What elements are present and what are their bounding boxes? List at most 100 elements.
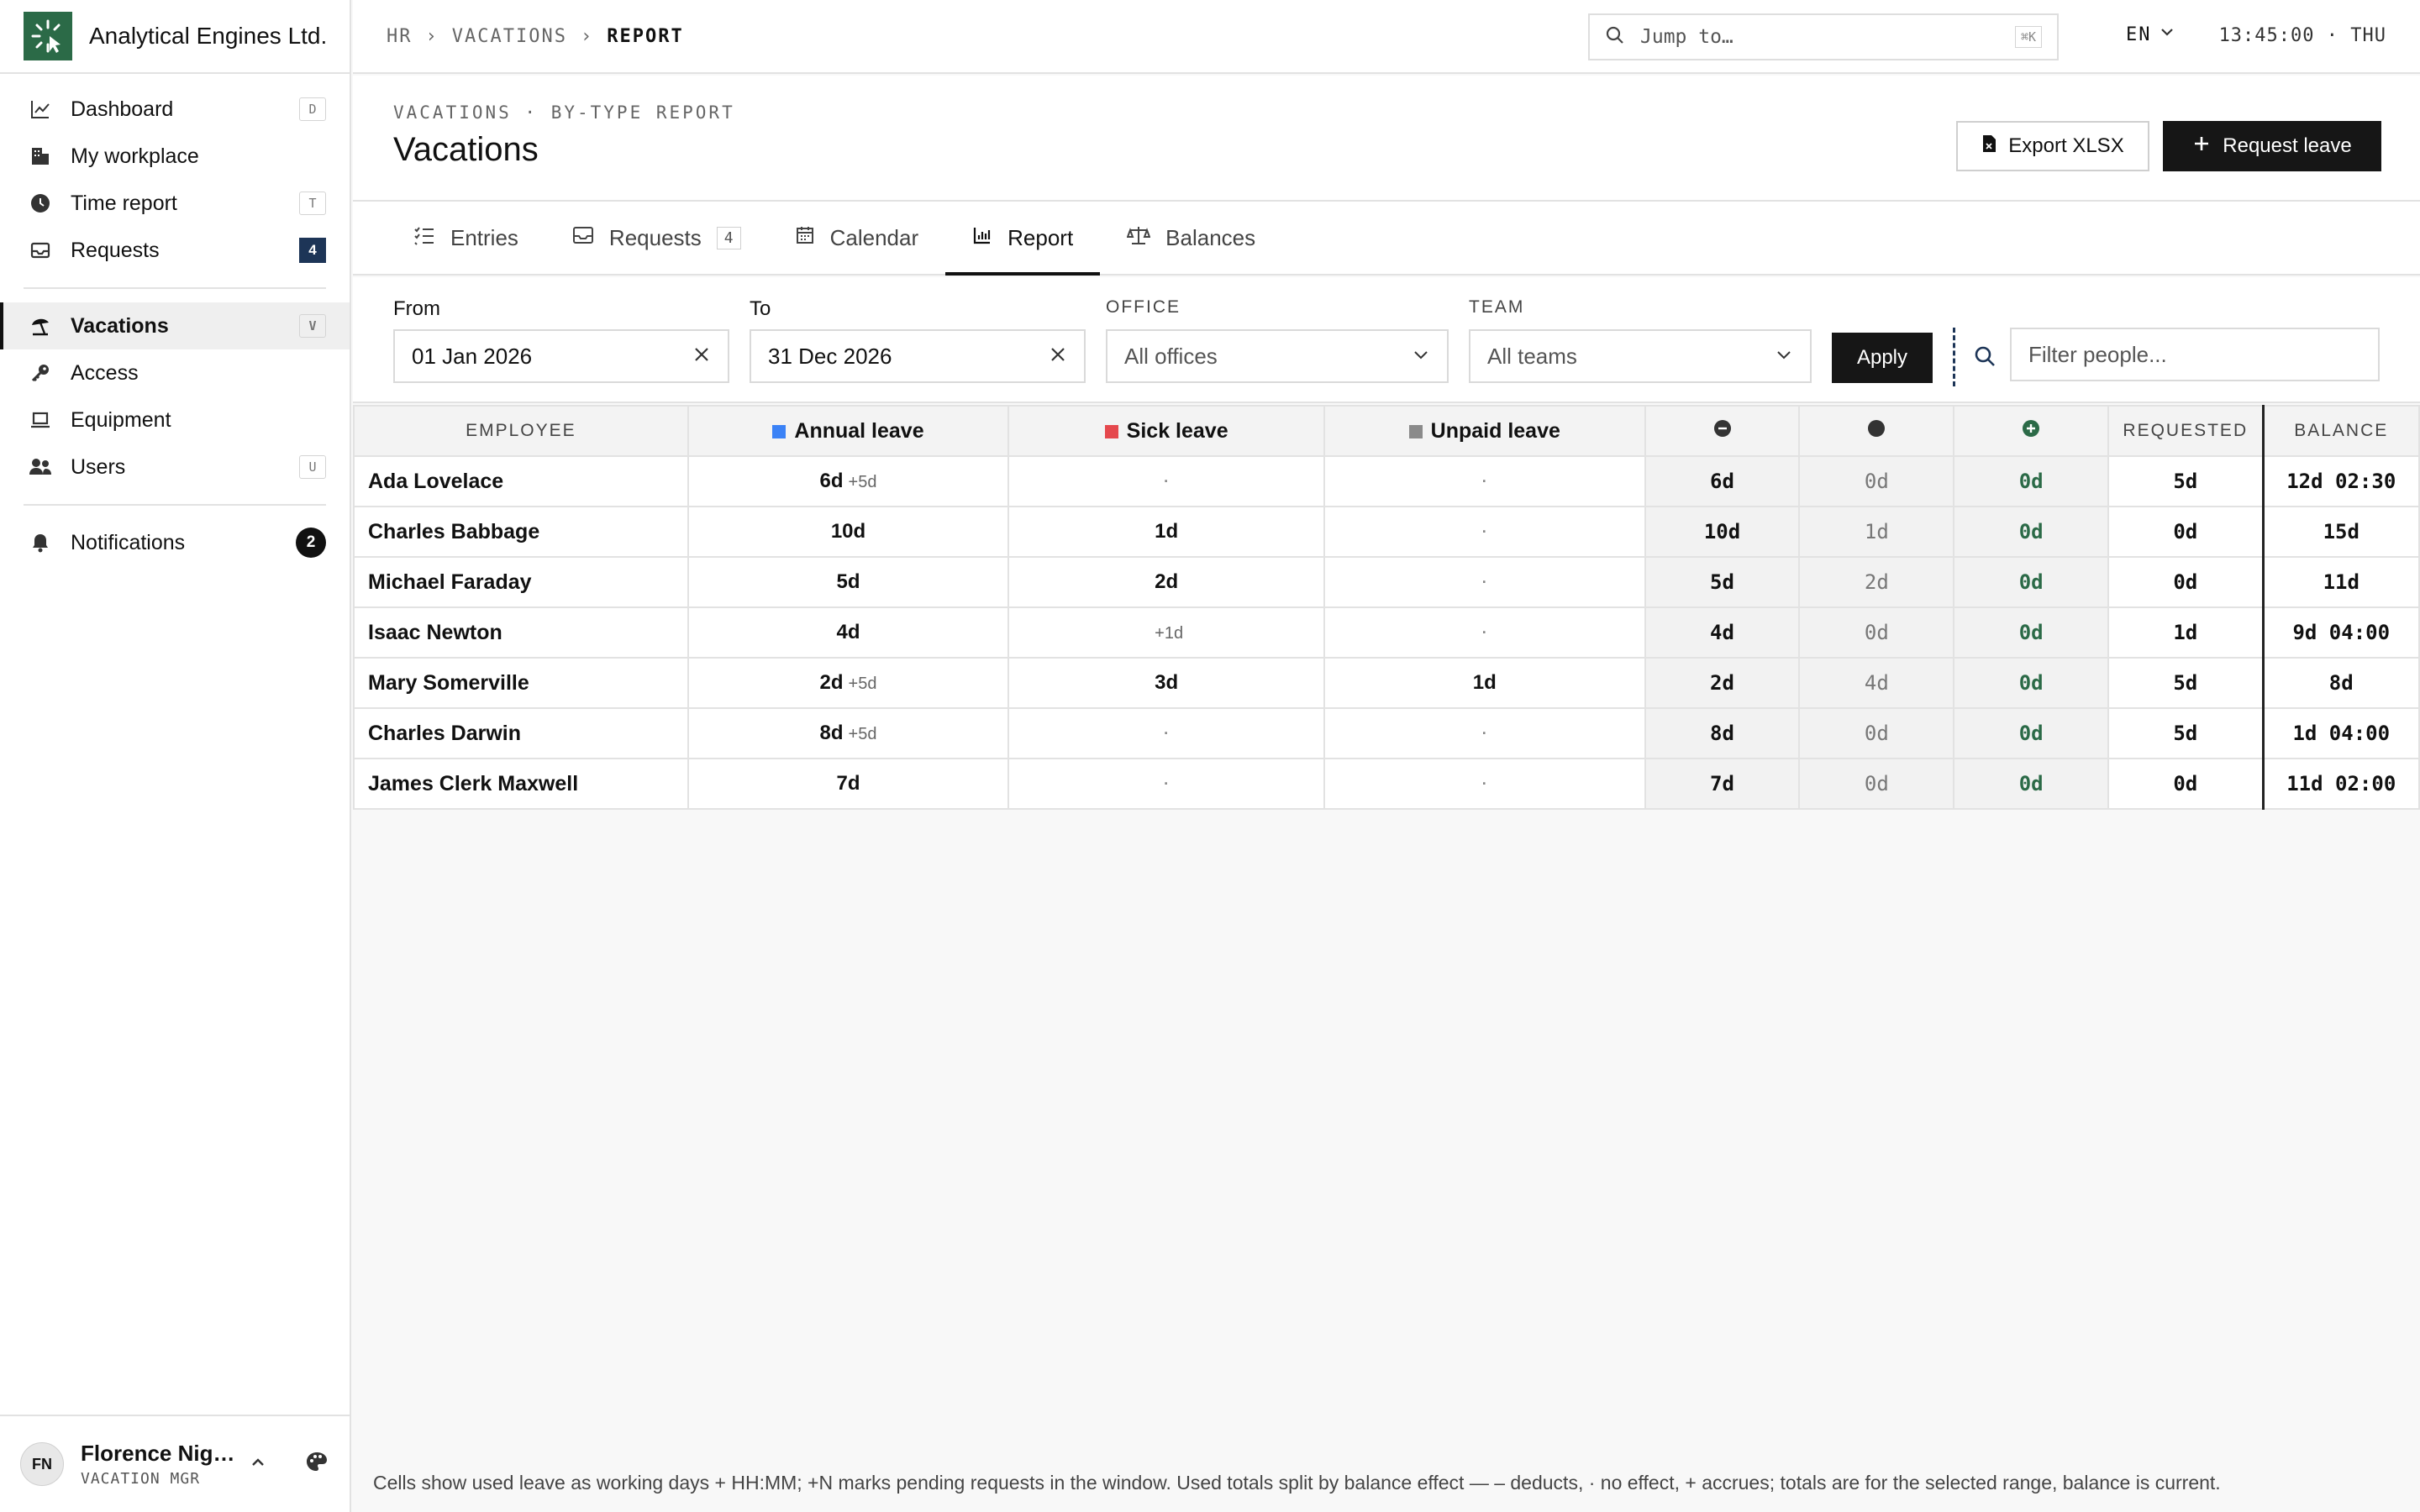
tab-label: Balances: [1165, 224, 1256, 250]
breadcrumb-vacations[interactable]: VACATIONS: [452, 26, 567, 47]
column-header-unpaid-leave[interactable]: Unpaid leave: [1323, 405, 1646, 457]
table-row[interactable]: Mary Somerville 2d +5d 3d 1d 2d 4d 0d 5d 8d: [353, 657, 2420, 709]
no-effect-total: 0d: [1798, 455, 1955, 507]
sidebar-item-label: Time report: [71, 191, 177, 215]
sidebar-item-dashboard[interactable]: Dashboard D: [0, 86, 350, 133]
inbox-icon: [572, 225, 594, 251]
sick-leave-cell: +1d: [1007, 606, 1325, 659]
table-row[interactable]: James Clerk Maxwell 7d · · 7d 0d 0d 0d 11d 02:00: [353, 758, 2420, 810]
table-row[interactable]: Ada Lovelace 6d +5d · · 6d 0d 0d 5d 12d 02:30: [353, 455, 2420, 507]
table-row[interactable]: Isaac Newton 4d +1d · 4d 0d 0d 1d 9d 04:00: [353, 606, 2420, 659]
column-header-balance[interactable]: BALANCE: [2261, 405, 2420, 457]
language-value: EN: [2126, 24, 2152, 45]
clock-icon: [29, 192, 52, 215]
chevron-up-icon[interactable]: [249, 1453, 267, 1476]
shortcut-key: T: [299, 192, 326, 215]
tab-balances[interactable]: Balances: [1100, 202, 1282, 274]
export-label: Export XLSX: [2008, 134, 2124, 157]
filter-people-input[interactable]: Filter people...: [2010, 328, 2380, 381]
sidebar-item-my-workplace[interactable]: My workplace: [0, 133, 350, 180]
sick-label: Sick leave: [1126, 418, 1228, 443]
deducts-total: 4d: [1644, 606, 1801, 659]
balance-value: 15d: [2261, 506, 2420, 558]
sidebar-item-notifications[interactable]: Notifications 2: [0, 519, 350, 566]
annual-swatch: [772, 424, 786, 438]
sidebar-item-vacations[interactable]: Vacations V: [0, 302, 350, 349]
requested-total: 5d: [2107, 657, 2264, 709]
team-select[interactable]: All teams: [1469, 329, 1812, 383]
sidebar-item-label: Requests: [71, 238, 160, 262]
tab-calendar[interactable]: Calendar: [768, 202, 946, 274]
sick-used: 1d: [1155, 520, 1179, 543]
apply-button[interactable]: Apply: [1832, 333, 1933, 383]
unpaid-leave-cell: ·: [1323, 556, 1646, 608]
annual-leave-cell: 8d +5d: [687, 707, 1010, 759]
divider: [1953, 328, 1955, 386]
office-select[interactable]: All offices: [1106, 329, 1449, 383]
sick-swatch: [1104, 424, 1118, 438]
request-leave-button[interactable]: Request leave: [2163, 121, 2381, 171]
employee-name: Ada Lovelace: [353, 455, 689, 507]
unpaid-leave-cell: ·: [1323, 506, 1646, 558]
sick-leave-cell: ·: [1007, 455, 1325, 507]
column-header-accrues[interactable]: [1953, 405, 2110, 457]
requested-total: 5d: [2107, 707, 2264, 759]
user-role: VACATION MGR: [81, 1470, 201, 1488]
language-select[interactable]: EN: [2126, 24, 2175, 45]
table-row[interactable]: Charles Darwin 8d +5d · · 8d 0d 0d 5d 1d 04:00: [353, 707, 2420, 759]
team-label: TEAM: [1469, 297, 1525, 317]
logo-icon: [24, 12, 72, 60]
column-header-deducts[interactable]: [1644, 405, 1801, 457]
unpaid-used: ·: [1481, 472, 1487, 490]
column-header-employee[interactable]: EMPLOYEE: [353, 405, 689, 457]
to-date-input[interactable]: 31 Dec 2026: [750, 329, 1086, 383]
table-row[interactable]: Charles Babbage 10d 1d · 10d 1d 0d 0d 15d: [353, 506, 2420, 558]
to-date-value: 31 Dec 2026: [768, 343, 892, 369]
sidebar-item-equipment[interactable]: Equipment: [0, 396, 350, 444]
column-header-no-effect[interactable]: [1798, 405, 1955, 457]
deducts-total: 8d: [1644, 707, 1801, 759]
tab-count-badge: 4: [716, 226, 741, 249]
sidebar-item-users[interactable]: Users U: [0, 444, 350, 491]
report-table-wrapper: EMPLOYEE Annual leave Sick leave Unpaid …: [353, 405, 2420, 810]
annual-used: 5d: [836, 570, 860, 593]
annual-leave-cell: 7d: [687, 758, 1010, 810]
shortcut-key: D: [299, 97, 326, 121]
from-date-input[interactable]: 01 Jan 2026: [393, 329, 729, 383]
filter-people-placeholder: Filter people...: [2028, 341, 2167, 367]
deducts-total: 10d: [1644, 506, 1801, 558]
column-header-annual-leave[interactable]: Annual leave: [687, 405, 1010, 457]
column-header-sick-leave[interactable]: Sick leave: [1007, 405, 1325, 457]
no-effect-total: 1d: [1798, 506, 1955, 558]
scale-icon: [1126, 225, 1151, 251]
export-xlsx-button[interactable]: Export XLSX: [1956, 121, 2149, 171]
bell-icon: [29, 531, 52, 554]
sidebar-item-requests[interactable]: Requests 4: [0, 227, 350, 274]
user-name: Florence Nig…: [81, 1441, 235, 1466]
office-label: OFFICE: [1106, 297, 1181, 317]
brand[interactable]: Analytical Engines Ltd.: [0, 0, 350, 74]
tab-label: Entries: [450, 224, 518, 250]
tab-entries[interactable]: Entries: [387, 202, 545, 274]
sidebar-item-label: Notifications: [71, 530, 186, 554]
divider: [24, 287, 326, 289]
accrues-total: 0d: [1953, 455, 2110, 507]
chevron-down-icon: [1775, 344, 1793, 370]
sidebar-item-time-report[interactable]: Time report T: [0, 180, 350, 227]
jump-to-search[interactable]: Jump to… ⌘K: [1588, 13, 2059, 60]
palette-icon[interactable]: [304, 1450, 329, 1479]
clock: 13:45:00 · THU: [2218, 25, 2386, 46]
table-row[interactable]: Michael Faraday 5d 2d · 5d 2d 0d 0d 11d: [353, 556, 2420, 608]
breadcrumb-report: REPORT: [607, 25, 684, 47]
tab-requests[interactable]: Requests 4: [545, 202, 768, 274]
tab-report[interactable]: Report: [945, 202, 1101, 276]
plus-circle-icon: [2021, 419, 2041, 444]
breadcrumb: HR › VACATIONS › REPORT: [387, 26, 684, 47]
column-header-requested[interactable]: REQUESTED: [2107, 405, 2264, 457]
clear-icon[interactable]: [692, 344, 711, 370]
sidebar-item-access[interactable]: Access: [0, 349, 350, 396]
clear-icon[interactable]: [1049, 344, 1067, 370]
user-menu[interactable]: FN Florence Nig… VACATION MGR: [0, 1415, 350, 1512]
unpaid-used: ·: [1481, 573, 1487, 591]
breadcrumb-hr[interactable]: HR: [387, 26, 413, 47]
